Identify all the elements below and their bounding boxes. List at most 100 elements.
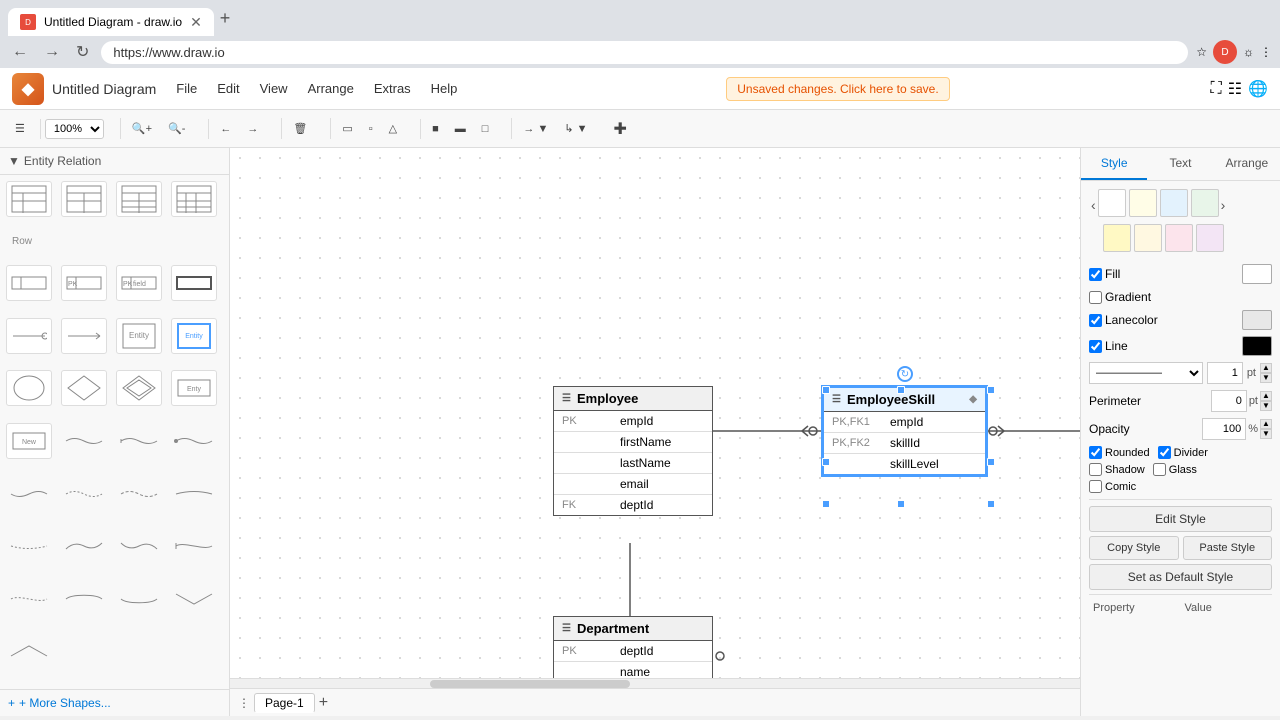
- handle-tl[interactable]: [822, 386, 830, 394]
- shape-curve-6[interactable]: [116, 476, 162, 512]
- undo-button[interactable]: ←: [213, 119, 238, 139]
- lanecolor-swatch[interactable]: [1242, 310, 1272, 330]
- shape-diamond-1[interactable]: [61, 370, 107, 406]
- shape-entity-small-1[interactable]: Enty: [171, 370, 217, 406]
- shape-row-3[interactable]: PKfield: [116, 265, 162, 301]
- paste-style-button[interactable]: Paste Style: [1183, 536, 1273, 560]
- perimeter-pt-input[interactable]: [1211, 390, 1247, 412]
- tab-style[interactable]: Style: [1081, 148, 1147, 180]
- swatch-blue-light[interactable]: [1160, 189, 1188, 217]
- unsaved-badge[interactable]: Unsaved changes. Click here to save.: [726, 77, 949, 101]
- shape-curve-8[interactable]: [6, 528, 52, 564]
- tab-text[interactable]: Text: [1147, 148, 1213, 180]
- opacity-input[interactable]: [1202, 418, 1246, 440]
- shape-curve-7[interactable]: [171, 476, 217, 512]
- shape-curve-15[interactable]: [171, 581, 217, 617]
- tab-arrange[interactable]: Arrange: [1214, 148, 1280, 180]
- more-shapes-button[interactable]: + + More Shapes...: [0, 689, 229, 716]
- handle-tr[interactable]: [987, 386, 995, 394]
- tab-close-button[interactable]: ✕: [190, 14, 202, 31]
- swatch-purple-light[interactable]: [1196, 224, 1224, 252]
- insert-button[interactable]: ✚: [607, 115, 634, 143]
- shape-diamond-2[interactable]: [116, 370, 162, 406]
- shape-curve-12[interactable]: [6, 581, 52, 617]
- perimeter-down[interactable]: ▼: [1260, 401, 1272, 411]
- browser-tab[interactable]: D Untitled Diagram - draw.io ✕: [8, 8, 214, 36]
- line-color-button[interactable]: ▬: [448, 119, 473, 139]
- shape-row-2[interactable]: PK: [61, 265, 107, 301]
- handle-ml[interactable]: [822, 458, 830, 466]
- line-color-swatch[interactable]: [1242, 336, 1272, 356]
- shape-curve-16[interactable]: [6, 633, 52, 669]
- fullscreen-icon[interactable]: ⛶: [1211, 80, 1222, 98]
- employee-row-empid[interactable]: PK empId: [554, 411, 712, 432]
- rounded-checkbox[interactable]: [1089, 446, 1102, 459]
- glass-checkbox[interactable]: [1153, 463, 1166, 476]
- handle-br[interactable]: [987, 500, 995, 508]
- rotate-handle[interactable]: ↻: [897, 366, 913, 382]
- shape-entity-small-2[interactable]: New: [6, 423, 52, 459]
- zoom-out-button[interactable]: 🔍-: [161, 118, 192, 139]
- zoom-in-button[interactable]: 🔍+: [125, 118, 159, 139]
- shape-curve-4[interactable]: [6, 476, 52, 512]
- shape-table-4[interactable]: [171, 181, 217, 217]
- swatch-yellow[interactable]: [1103, 224, 1131, 252]
- menu-file[interactable]: File: [168, 77, 205, 100]
- palette-prev-button[interactable]: ‹: [1089, 197, 1098, 213]
- employee-row-lastname[interactable]: lastName: [554, 453, 712, 474]
- line-pt-up[interactable]: ▲: [1260, 363, 1272, 373]
- shape-curve-1[interactable]: [61, 423, 107, 459]
- url-bar[interactable]: [101, 41, 1188, 64]
- shape-curve-11[interactable]: [171, 528, 217, 564]
- dept-row-deptid[interactable]: PK deptId: [554, 641, 712, 662]
- employee-table[interactable]: ☰ Employee PK empId firstName lastName: [553, 386, 713, 516]
- line-checkbox[interactable]: [1089, 340, 1102, 353]
- shape-curve-13[interactable]: [61, 581, 107, 617]
- comic-checkbox[interactable]: [1089, 480, 1102, 493]
- copy-style-button[interactable]: Copy Style: [1089, 536, 1179, 560]
- zoom-select[interactable]: 100% 75% 150%: [45, 119, 104, 139]
- handle-mr[interactable]: [987, 458, 995, 466]
- opacity-up[interactable]: ▲: [1260, 419, 1272, 429]
- employeeskill-row-empid[interactable]: PK,FK1 empId: [824, 412, 985, 433]
- handle-bl[interactable]: [822, 500, 830, 508]
- employeeskill-row-skilllevel[interactable]: skillLevel: [824, 454, 985, 474]
- edit-style-button[interactable]: Edit Style: [1089, 506, 1272, 532]
- swatch-pink-light[interactable]: [1165, 224, 1193, 252]
- shape-row-1[interactable]: [6, 265, 52, 301]
- extensions-icon[interactable]: ☼: [1243, 45, 1254, 59]
- forward-button[interactable]: →: [40, 41, 64, 63]
- handle-bc[interactable]: [897, 500, 905, 508]
- swatch-green-light[interactable]: [1191, 189, 1219, 217]
- menu-extras[interactable]: Extras: [366, 77, 419, 100]
- to-back-button[interactable]: ▫: [362, 119, 380, 139]
- new-tab-button[interactable]: +: [214, 8, 237, 29]
- fill-color-swatch[interactable]: [1242, 264, 1272, 284]
- employeeskill-row-skillid[interactable]: PK,FK2 skillId: [824, 433, 985, 454]
- menu-edit[interactable]: Edit: [209, 77, 247, 100]
- menu-help[interactable]: Help: [423, 77, 466, 100]
- shape-curve-2[interactable]: [116, 423, 162, 459]
- back-button[interactable]: ←: [8, 41, 32, 63]
- shape-entity-2[interactable]: Entity: [171, 318, 217, 354]
- divider-checkbox[interactable]: [1158, 446, 1171, 459]
- line-style-select[interactable]: —————— - - - - - -: [1089, 362, 1203, 384]
- shadow-button[interactable]: □: [475, 119, 496, 139]
- shape-curve-3[interactable]: [171, 423, 217, 459]
- shape-connector-2[interactable]: [61, 318, 107, 354]
- shape-table-3[interactable]: [116, 181, 162, 217]
- shape-entity-3[interactable]: [6, 370, 52, 406]
- horizontal-scrollbar[interactable]: [230, 678, 1080, 688]
- opacity-spinner[interactable]: ▲ ▼: [1260, 419, 1272, 439]
- employeeskill-table[interactable]: ☰ EmployeeSkill ◆ PK,FK1 empId PK,FK2 sk…: [822, 386, 987, 476]
- fill-color-button[interactable]: ■: [425, 119, 446, 139]
- panel-header[interactable]: ▼ Entity Relation: [0, 148, 229, 175]
- line-pt-spinner[interactable]: ▲ ▼: [1260, 363, 1272, 383]
- shape-curve-14[interactable]: [116, 581, 162, 617]
- line-pt-down[interactable]: ▼: [1260, 373, 1272, 383]
- shape-table-1[interactable]: [6, 181, 52, 217]
- fill-checkbox[interactable]: [1089, 268, 1102, 281]
- shape-curve-9[interactable]: [61, 528, 107, 564]
- lanecolor-checkbox[interactable]: [1089, 314, 1102, 327]
- pages-menu-icon[interactable]: ⋮: [238, 696, 250, 710]
